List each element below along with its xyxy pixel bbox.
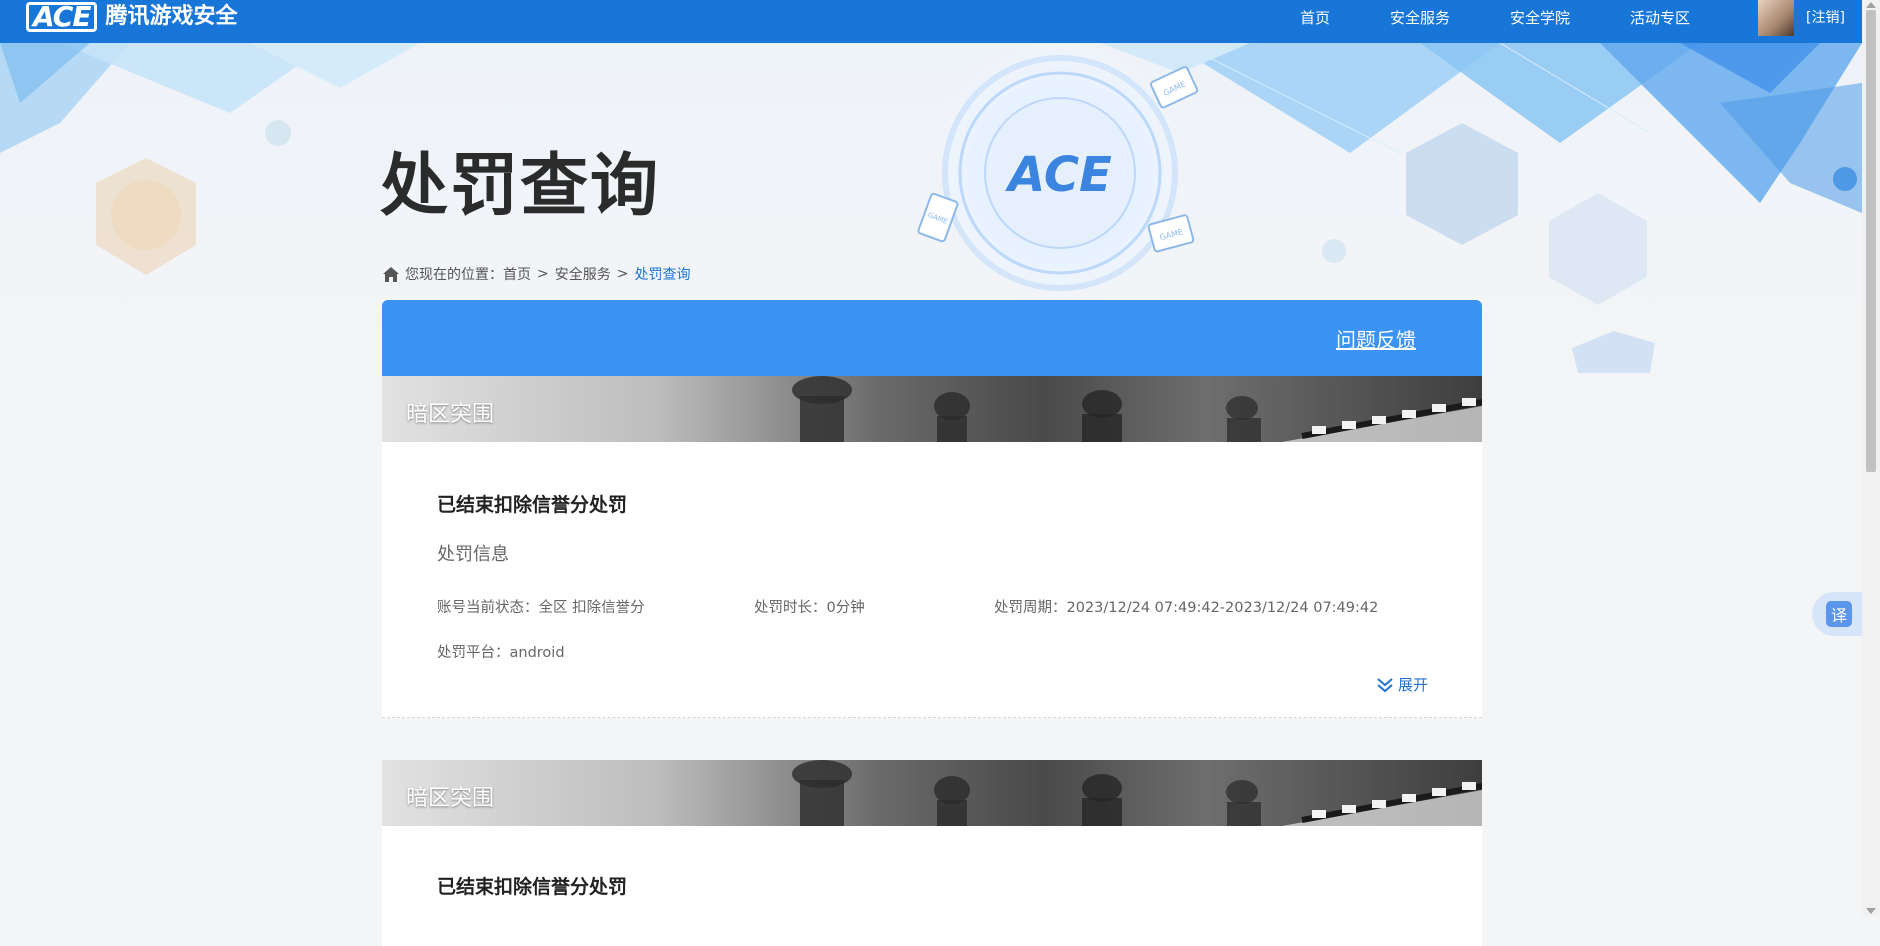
logo-text: 腾讯游戏安全 xyxy=(105,4,238,29)
site-logo[interactable]: ACE 腾讯游戏安全 xyxy=(26,0,238,34)
translate-icon[interactable]: 译 xyxy=(1826,601,1852,627)
scroll-down-arrow-icon[interactable] xyxy=(1866,908,1876,914)
account-status: 账号当前状态：全区 扣除信誉分 xyxy=(437,600,645,616)
expand-button[interactable]: 展开 xyxy=(1376,674,1428,695)
expand-label: 展开 xyxy=(1397,676,1428,694)
logout-link[interactable]: [注销] xyxy=(1806,7,1845,27)
feedback-link[interactable]: 问题反馈 xyxy=(1336,324,1416,353)
panel-header: 问题反馈 xyxy=(382,300,1482,376)
nav-home[interactable]: 首页 xyxy=(1300,7,1330,28)
page-title: 处罚查询 xyxy=(380,147,661,226)
breadcrumb-home[interactable]: 首页 xyxy=(503,264,531,284)
penalty-platform: 处罚平台：android xyxy=(437,645,565,661)
game-banner: 暗区突围 xyxy=(382,760,1482,826)
breadcrumb: 您现在的位置： 首页 > 安全服务 > 处罚查询 xyxy=(382,264,690,284)
game-name: 暗区突围 xyxy=(406,402,495,427)
nav-events[interactable]: 活动专区 xyxy=(1630,7,1690,28)
game-banner-art xyxy=(792,760,1482,826)
ace-logo-mark: ACE xyxy=(26,2,98,32)
game-banner-art xyxy=(792,376,1482,442)
game-name: 暗区突围 xyxy=(406,786,495,811)
penalty-record: 已结束扣除信誉分处罚 xyxy=(382,826,1482,946)
nav-security-academy[interactable]: 安全学院 xyxy=(1510,7,1570,28)
breadcrumb-current: 处罚查询 xyxy=(634,267,691,283)
breadcrumb-separator: > xyxy=(616,266,629,282)
breadcrumb-security-services[interactable]: 安全服务 xyxy=(555,264,611,284)
penalty-period: 处罚周期：2023/12/24 07:49:42-2023/12/24 07:4… xyxy=(994,600,1379,616)
penalty-record: 已结束扣除信誉分处罚 处罚信息 账号当前状态：全区 扣除信誉分 处罚时长：0分钟… xyxy=(382,442,1482,718)
penalty-panel: 问题反馈 暗区突围 已结束扣除信誉分处罚 处罚信息 账号当前状态：全区 扣除信誉… xyxy=(382,300,1482,946)
double-chevron-down-icon xyxy=(1377,677,1393,692)
game-banner: 暗区突围 xyxy=(382,376,1482,442)
scroll-thumb[interactable] xyxy=(1866,10,1876,472)
translate-widget[interactable]: 译 xyxy=(1812,592,1864,636)
record-section-label: 处罚信息 xyxy=(437,544,509,565)
scroll-up-arrow-icon[interactable] xyxy=(1866,2,1876,8)
penalty-duration: 处罚时长：0分钟 xyxy=(754,600,865,616)
ace-emblem-icon: ACE xyxy=(1004,147,1112,203)
breadcrumb-prefix: 您现在的位置： xyxy=(405,267,503,283)
record-title: 已结束扣除信誉分处罚 xyxy=(437,876,628,898)
top-navbar: ACE 腾讯游戏安全 首页 安全服务 安全学院 活动专区 [注销] xyxy=(0,0,1862,43)
record-title: 已结束扣除信誉分处罚 xyxy=(437,494,628,516)
user-avatar[interactable] xyxy=(1758,0,1794,36)
nav-security-services[interactable]: 安全服务 xyxy=(1390,7,1450,28)
main-nav: 首页 安全服务 安全学院 活动专区 xyxy=(1300,0,1750,34)
page-scrollbar[interactable] xyxy=(1862,0,1880,916)
breadcrumb-separator: > xyxy=(537,266,549,282)
home-icon xyxy=(383,266,399,282)
